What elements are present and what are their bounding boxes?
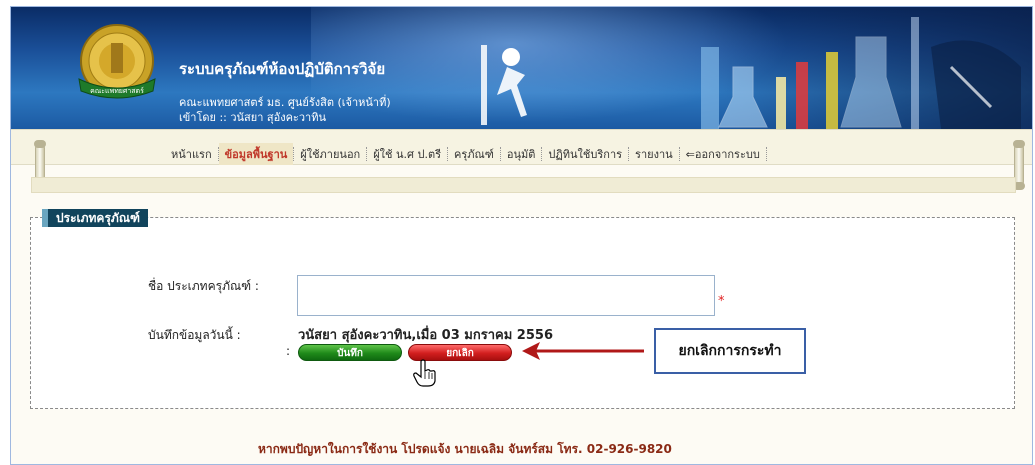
lab-equipment-illustration <box>701 17 1021 129</box>
menu-home[interactable]: หน้าแรก <box>165 145 218 163</box>
saved-by-label: บันทึกข้อมูลวันนี้ : <box>148 328 241 342</box>
menu-external-users[interactable]: ผู้ใช้ภายนอก <box>294 145 366 163</box>
arrow-left-icon <box>522 342 644 360</box>
menu-undergrad-users[interactable]: ผู้ใช้ น.ศ ป.ตรี <box>367 145 447 163</box>
footer-contact: หากพบปัญหาในการใช้งาน โปรดแจ้ง นายเฉลิม … <box>258 442 672 456</box>
buttons-colon: : <box>286 344 291 358</box>
menu-approve[interactable]: อนุมัติ <box>501 145 542 163</box>
logout-icon: ⇐ <box>685 148 695 161</box>
main-menu: หน้าแรก ข้อมูลพื้นฐาน ผู้ใช้ภายนอก ผู้ใช… <box>165 143 767 165</box>
fieldset-legend: ประเภทครุภัณฑ์ <box>42 209 148 227</box>
annotation-callout: ยกเลิกการกระทำ <box>654 328 806 374</box>
required-asterisk: * <box>718 294 725 309</box>
faculty-logo: คณะแพทยศาสตร์ <box>78 24 156 99</box>
type-name-label: ชื่อ ประเภทครุภัณฑ์ : <box>148 279 259 293</box>
menu-divider <box>765 147 767 161</box>
logo-ribbon-text: คณะแพทยศาสตร์ <box>90 87 144 95</box>
menu-underline-strip <box>31 177 1016 193</box>
header-banner: คณะแพทยศาสตร์ ระบบครุภัณฑ์ห้องปฏิบัติการ… <box>11 7 1032 129</box>
top-menu-bar: หน้าแรก ข้อมูลพื้นฐาน ผู้ใช้ภายนอก ผู้ใช… <box>11 129 1032 165</box>
system-title: ระบบครุภัณฑ์ห้องปฏิบัติการวิจัย <box>179 60 386 78</box>
menu-calendar[interactable]: ปฏิทินใช้บริการ <box>542 145 628 163</box>
type-name-input[interactable] <box>297 275 715 316</box>
runner-figure-icon <box>481 45 527 125</box>
saved-by-value: วนัสยา สุอังคะวาทิน,เมื่อ 03 มกราคม 2556 <box>298 328 553 343</box>
logged-in-user: เข้าโดย :: วนัสยา สุอังคะวาทิน <box>179 111 326 124</box>
menu-equipment[interactable]: ครุภัณฑ์ <box>448 145 500 163</box>
menu-report[interactable]: รายงาน <box>629 145 679 163</box>
hand-pointer-icon <box>413 359 436 387</box>
menu-basic-data[interactable]: ข้อมูลพื้นฐาน <box>218 143 294 165</box>
save-button[interactable]: บันทึก <box>298 344 402 361</box>
menu-logout[interactable]: ⇐ออกจากระบบ <box>680 145 766 163</box>
menu-logout-label: ออกจากระบบ <box>694 148 760 161</box>
